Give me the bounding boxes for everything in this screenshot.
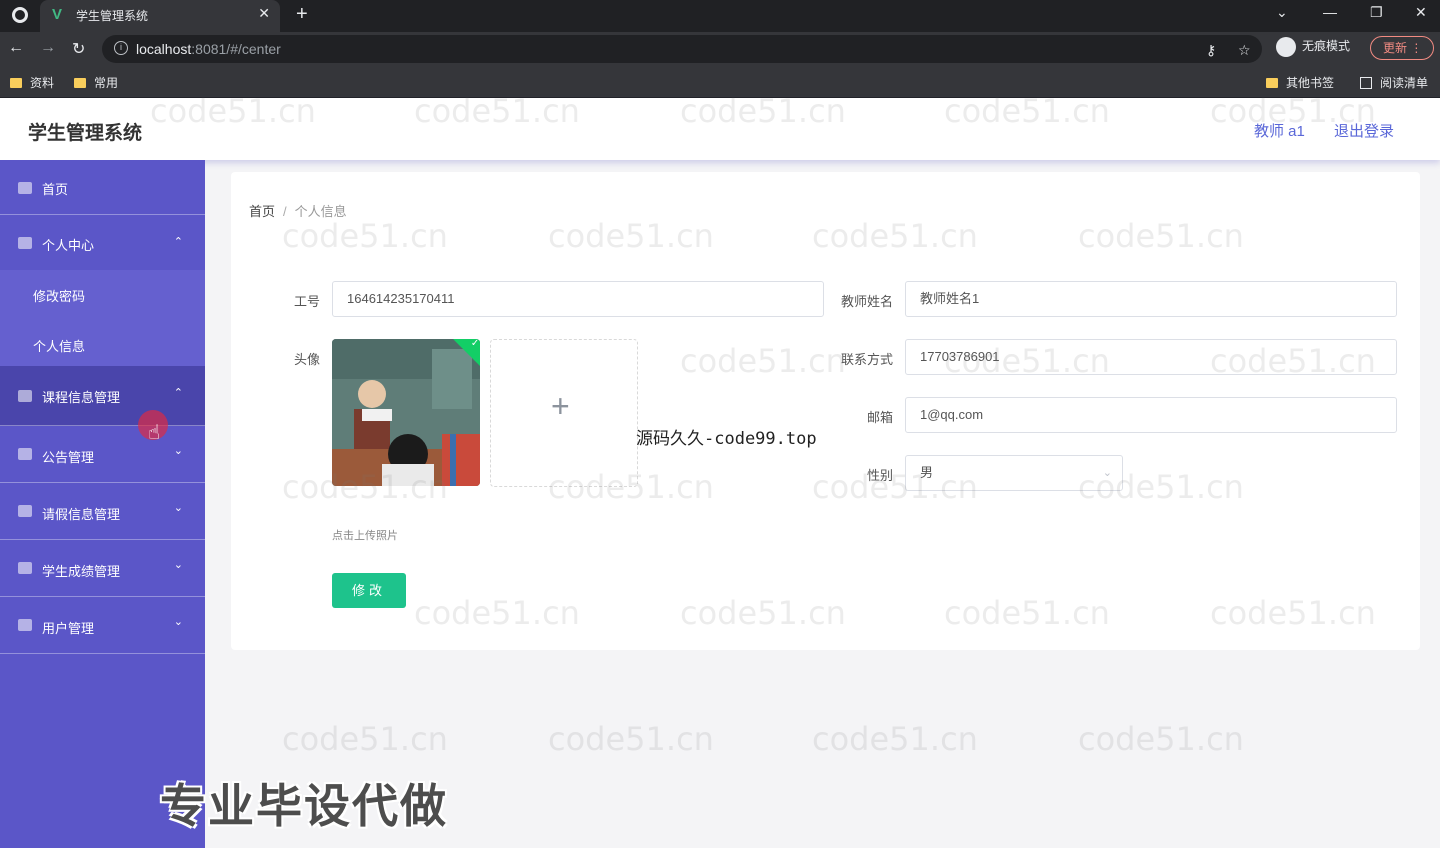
teacher-name-label: 教师姓名 bbox=[840, 294, 893, 309]
phone-label: 联系方式 bbox=[840, 352, 893, 367]
sidebar-item-personal-info[interactable]: 个人信息 bbox=[0, 320, 205, 370]
upload-tip: 点击上传照片 bbox=[332, 530, 398, 542]
tab-close-icon[interactable]: ✕ bbox=[258, 5, 270, 22]
avatar-image[interactable]: ✓ bbox=[332, 339, 480, 486]
plus-icon: + bbox=[551, 388, 570, 424]
hand-cursor-icon: ☝ bbox=[148, 422, 161, 444]
sidebar-item-label: 请假信息管理 bbox=[42, 507, 121, 522]
breadcrumb-home[interactable]: 首页 bbox=[249, 204, 275, 219]
reading-list-icon bbox=[1360, 77, 1372, 89]
chevron-down-icon: ⌄ bbox=[173, 445, 183, 457]
submit-button[interactable]: 修改 bbox=[332, 573, 406, 608]
overlay-code-text: 源码久久-code99.top bbox=[636, 429, 817, 449]
course-icon bbox=[18, 390, 32, 402]
sidebar-item-label: 学生成绩管理 bbox=[42, 564, 121, 579]
breadcrumb-separator: / bbox=[283, 204, 287, 219]
check-icon: ✓ bbox=[470, 339, 480, 349]
watermark: code51.cn bbox=[1078, 720, 1244, 758]
breadcrumb: 首页 / 个人信息 bbox=[249, 201, 347, 220]
chevron-down-icon: ⌄ bbox=[1102, 467, 1112, 479]
home-icon bbox=[18, 182, 32, 194]
incognito-indicator: 无痕模式 bbox=[1276, 37, 1350, 57]
restore-icon[interactable]: ❐ bbox=[1370, 4, 1383, 21]
watermark: code51.cn bbox=[812, 720, 978, 758]
sidebar-item-label: 用户管理 bbox=[42, 621, 95, 636]
bookmarks-bar: 资料 常用 其他书签 阅读清单 bbox=[0, 66, 1440, 98]
gender-label: 性别 bbox=[866, 468, 893, 483]
chevron-down-icon: ⌄ bbox=[173, 502, 183, 514]
url-text: localhost:8081/#/center bbox=[136, 41, 281, 57]
sidebar-item-label: 修改密码 bbox=[33, 289, 86, 304]
back-icon[interactable]: ← bbox=[8, 39, 24, 57]
browser-tab[interactable]: V 学生管理系统 ✕ bbox=[40, 0, 280, 32]
update-button[interactable]: 更新 ⋮ bbox=[1370, 36, 1434, 60]
reload-icon[interactable]: ↻ bbox=[72, 39, 85, 59]
window-close-icon[interactable]: ✕ bbox=[1415, 4, 1427, 21]
current-user: 教师 a1 bbox=[1254, 123, 1305, 140]
user-icon bbox=[18, 237, 32, 249]
minimize-icon[interactable]: — bbox=[1323, 4, 1337, 20]
sidebar-item-home[interactable]: 首页 bbox=[0, 160, 205, 215]
sidebar-item-scores[interactable]: 学生成绩管理 ⌄ bbox=[0, 540, 205, 597]
avatar-upload-box[interactable]: + bbox=[490, 339, 638, 487]
staff-no-label: 工号 bbox=[293, 294, 320, 309]
browser-tab-bar: V 学生管理系统 ✕ + ⌄ — ❐ ✕ bbox=[0, 0, 1440, 32]
notice-icon bbox=[18, 448, 32, 460]
app-header: 学生管理系统 教师 a1 退出登录 bbox=[0, 98, 1440, 160]
chevron-down-icon: ⌄ bbox=[173, 559, 183, 571]
address-bar[interactable]: i localhost:8081/#/center ⚷ ☆ bbox=[102, 35, 1262, 63]
phone-input[interactable]: 17703786901 bbox=[905, 339, 1397, 375]
sidebar-item-users[interactable]: 用户管理 ⌄ bbox=[0, 597, 205, 654]
chevron-up-icon: ⌃ bbox=[173, 236, 183, 248]
sidebar-item-label: 公告管理 bbox=[42, 450, 95, 465]
password-key-icon[interactable]: ⚷ bbox=[1206, 42, 1216, 59]
other-bookmarks[interactable]: 其他书签 bbox=[1266, 74, 1334, 91]
tab-title: 学生管理系统 bbox=[76, 9, 149, 23]
sidebar-item-leave[interactable]: 请假信息管理 ⌄ bbox=[0, 483, 205, 540]
app-title: 学生管理系统 bbox=[28, 123, 143, 144]
teacher-name-input[interactable]: 教师姓名1 bbox=[905, 281, 1397, 317]
browser-toolbar: ← → ↻ i localhost:8081/#/center ⚷ ☆ bbox=[0, 32, 1440, 66]
avatar-illustration bbox=[332, 339, 480, 486]
email-input[interactable]: 1@qq.com bbox=[905, 397, 1397, 433]
sidebar-item-personal-center[interactable]: 个人中心 ⌃ bbox=[0, 215, 205, 270]
sidebar-item-label: 个人中心 bbox=[42, 238, 95, 253]
reading-list[interactable]: 阅读清单 bbox=[1360, 74, 1428, 91]
new-tab-icon[interactable]: + bbox=[296, 3, 308, 26]
sidebar-item-notice[interactable]: 公告管理 ⌄ bbox=[0, 426, 205, 483]
sidebar-item-label: 首页 bbox=[42, 182, 69, 197]
bookmark-folder[interactable]: 常用 bbox=[74, 74, 118, 91]
sidebar-item-change-password[interactable]: 修改密码 bbox=[0, 270, 205, 320]
chevron-up-icon: ⌃ bbox=[173, 387, 183, 399]
breadcrumb-current: 个人信息 bbox=[294, 204, 347, 219]
bookmark-folder[interactable]: 资料 bbox=[10, 74, 54, 91]
sidebar-item-label: 个人信息 bbox=[33, 339, 86, 354]
folder-icon bbox=[10, 78, 22, 88]
leave-icon bbox=[18, 505, 32, 517]
folder-icon bbox=[74, 78, 86, 88]
vue-favicon-icon: V bbox=[52, 6, 63, 23]
gender-select-value: 男 bbox=[920, 465, 934, 480]
folder-icon bbox=[1266, 78, 1278, 88]
site-info-icon[interactable]: i bbox=[114, 41, 128, 55]
watermark: code51.cn bbox=[548, 720, 714, 758]
bookmark-star-icon[interactable]: ☆ bbox=[1238, 42, 1251, 59]
watermark: code51.cn bbox=[282, 720, 448, 758]
score-icon bbox=[18, 562, 32, 574]
sidebar: 首页 个人中心 ⌃ 修改密码 个人信息 课程信息管理 ⌃ 公告管理 ⌄ 请假信息… bbox=[0, 160, 205, 848]
avatar-label: 头像 bbox=[293, 352, 320, 367]
gender-select[interactable]: 男 ⌄ bbox=[905, 455, 1123, 491]
overlay-ad-text: 专业毕设代做 bbox=[160, 780, 448, 832]
email-label: 邮箱 bbox=[866, 410, 893, 425]
forward-icon[interactable]: → bbox=[40, 39, 56, 57]
incognito-icon bbox=[1276, 37, 1296, 57]
sidebar-item-label: 课程信息管理 bbox=[42, 390, 121, 405]
sidebar-item-course[interactable]: 课程信息管理 ⌃ bbox=[0, 366, 205, 426]
tab-search-icon[interactable]: ⌄ bbox=[1276, 4, 1288, 21]
staff-no-input[interactable]: 164614235170411 bbox=[332, 281, 824, 317]
logout-link[interactable]: 退出登录 bbox=[1334, 120, 1394, 141]
chevron-down-icon: ⌄ bbox=[173, 616, 183, 628]
users-icon bbox=[18, 619, 32, 631]
chrome-logo-icon bbox=[12, 7, 28, 23]
